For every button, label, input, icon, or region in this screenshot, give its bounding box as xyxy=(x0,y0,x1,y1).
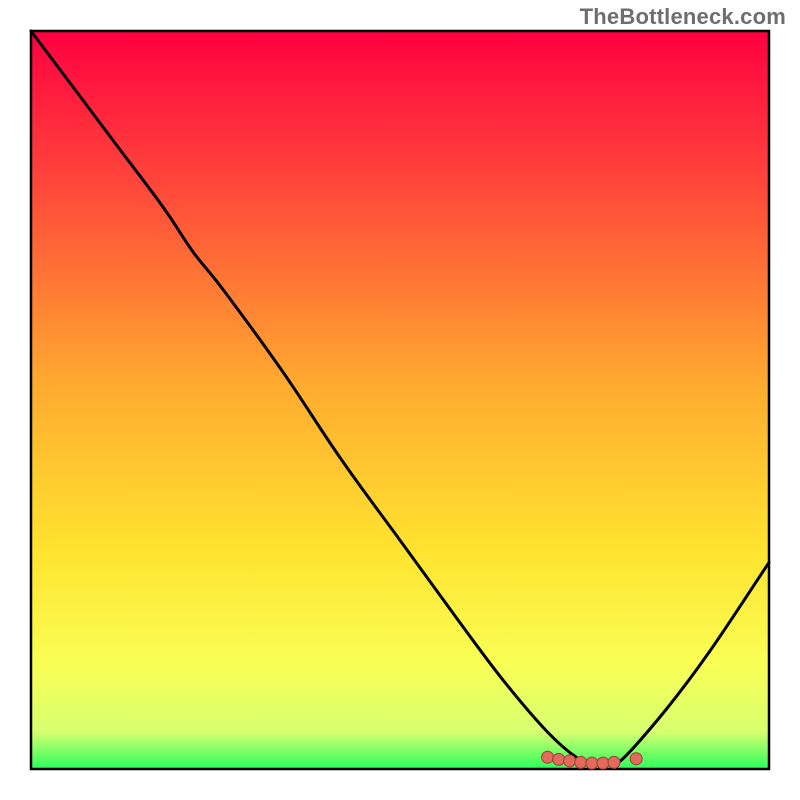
curve-marker xyxy=(564,755,576,767)
chart-canvas xyxy=(0,0,800,800)
curve-marker xyxy=(542,751,554,763)
curve-marker xyxy=(630,753,642,765)
curve-marker xyxy=(575,756,587,768)
curve-marker xyxy=(553,753,565,765)
curve-marker xyxy=(586,757,598,769)
plot-area xyxy=(31,31,769,769)
curve-marker xyxy=(597,757,609,769)
curve-marker xyxy=(608,756,620,768)
